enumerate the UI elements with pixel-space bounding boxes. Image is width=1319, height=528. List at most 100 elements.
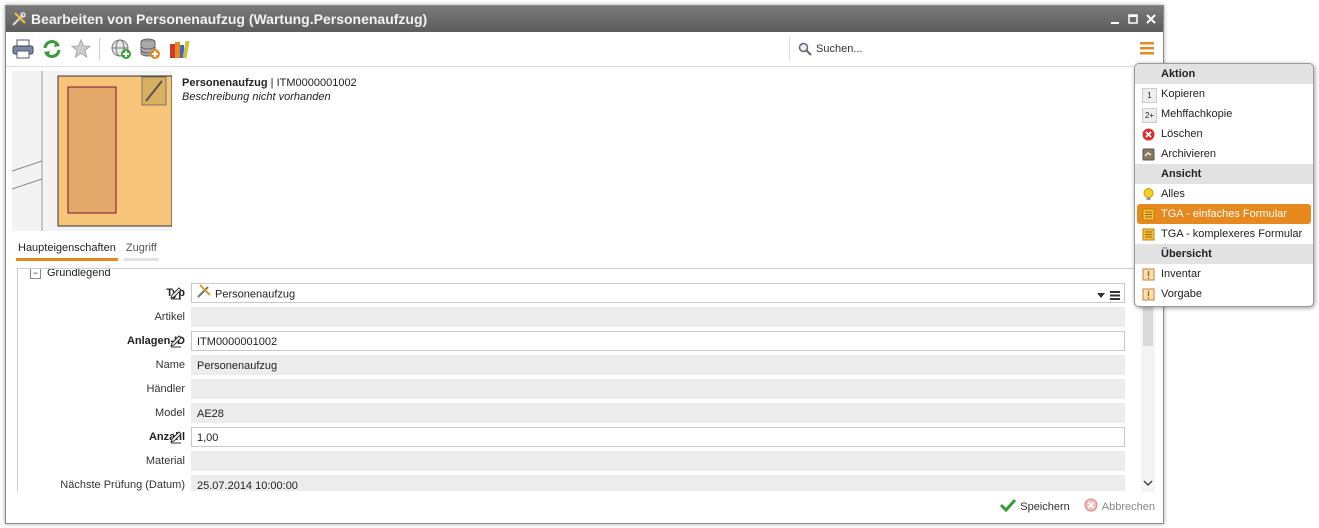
- tab-haupteigenschaften[interactable]: Haupteigenschaften: [16, 240, 118, 261]
- menu-section-aktion: Aktion: [1135, 64, 1313, 84]
- toolbar: Suchen...: [6, 32, 1163, 67]
- field-row-model: Model AE28: [18, 403, 1128, 425]
- field-label: Händler: [146, 383, 185, 395]
- multi-copy-icon: 2+: [1142, 108, 1157, 123]
- actions-dropdown-menu: Aktion 1 Kopieren 2+ Mehffachkopie Lösch…: [1134, 63, 1314, 307]
- pencil-icon[interactable]: [169, 286, 183, 300]
- add-globe-icon[interactable]: [109, 37, 133, 61]
- window-title: Bearbeiten von Personenaufzug (Wartung.P…: [31, 11, 428, 27]
- floorplan-thumbnail[interactable]: [12, 71, 172, 231]
- cancel-button[interactable]: Abbrechen: [1084, 498, 1155, 515]
- field-label: Artikel: [154, 311, 185, 323]
- naechste-pruefung-field: 25.07.2014 10:00:00: [191, 475, 1125, 491]
- field-row-artikel: Artikel: [18, 307, 1128, 329]
- field-row-naechste-pruefung: Nächste Prüfung (Datum) 25.07.2014 10:00…: [18, 475, 1128, 491]
- type-value: Personenaufzug: [215, 288, 296, 301]
- favorite-star-icon[interactable]: [69, 37, 93, 61]
- cancel-icon: [1084, 498, 1098, 515]
- menu-item-alles[interactable]: Alles: [1135, 184, 1313, 204]
- menu-item-archivieren[interactable]: Archivieren: [1135, 144, 1313, 164]
- menu-item-label: Alles: [1161, 188, 1185, 200]
- title-separator: |: [267, 77, 277, 89]
- add-database-icon[interactable]: [138, 37, 162, 61]
- search-icon: [798, 42, 812, 56]
- hamburger-menu-icon[interactable]: [1139, 40, 1155, 56]
- scrollbar[interactable]: [1141, 300, 1155, 492]
- pencil-icon[interactable]: [169, 334, 183, 348]
- archive-icon: [1142, 148, 1155, 161]
- section-header: − Grundlegend: [30, 268, 115, 279]
- menu-item-label: TGA - komplexeres Formular: [1161, 228, 1303, 240]
- books-icon[interactable]: [167, 37, 191, 61]
- tools-icon: [10, 10, 28, 28]
- object-id: ITM0000001002: [276, 77, 357, 89]
- menu-item-loeschen[interactable]: Löschen: [1135, 124, 1313, 144]
- field-label: Model: [155, 407, 185, 419]
- object-title: Personenaufzug | ITM0000001002: [182, 77, 357, 89]
- overview-icon: [1142, 288, 1155, 301]
- tools-icon: [197, 284, 211, 305]
- minimize-icon[interactable]: [1109, 12, 1121, 26]
- tab-zugriff[interactable]: Zugriff: [123, 240, 159, 261]
- menu-item-tga-einfach[interactable]: TGA - einfaches Formular: [1137, 204, 1311, 224]
- pencil-icon[interactable]: [169, 430, 183, 444]
- section-title: Grundlegend: [47, 268, 111, 279]
- anlagen-id-input[interactable]: ITM0000001002: [191, 331, 1125, 351]
- field-label: Material: [145, 455, 185, 467]
- menu-item-label: Löschen: [1161, 128, 1203, 140]
- artikel-field: [191, 307, 1125, 327]
- form-content: − Grundlegend Typ Personenaufzug Artikel…: [17, 268, 1146, 491]
- object-header: Personenaufzug | ITM0000001002 Beschreib…: [12, 71, 1162, 235]
- menu-item-label: Vorgabe: [1161, 288, 1202, 300]
- title-bar[interactable]: Bearbeiten von Personenaufzug (Wartung.P…: [6, 6, 1163, 32]
- copy-number-icon: 1: [1142, 88, 1157, 103]
- type-select[interactable]: Personenaufzug: [191, 283, 1125, 303]
- tab-bar: Haupteigenschaften Zugriff: [16, 240, 159, 261]
- name-field: Personenaufzug: [191, 355, 1125, 375]
- menu-item-kopieren[interactable]: 1 Kopieren: [1135, 84, 1313, 104]
- lightbulb-icon: [1142, 188, 1155, 201]
- menu-section-ansicht: Ansicht: [1135, 164, 1313, 184]
- menu-item-mehrfachkopie[interactable]: 2+ Mehffachkopie: [1135, 104, 1313, 124]
- object-description: Beschreibung nicht vorhanden: [182, 91, 331, 103]
- dropdown-arrow-icon[interactable]: [1096, 287, 1106, 307]
- footer-actions: Speichern Abbrechen: [1000, 498, 1155, 515]
- maximize-icon[interactable]: [1127, 12, 1139, 26]
- menu-item-tga-komplex[interactable]: TGA - komplexeres Formular: [1135, 224, 1313, 244]
- field-row-material: Material: [18, 451, 1128, 473]
- anzahl-input[interactable]: 1,00: [191, 427, 1125, 447]
- collapse-toggle[interactable]: −: [30, 269, 41, 279]
- field-label: Name: [155, 359, 185, 371]
- field-row-anlagen-id: Anlagen-ID ITM0000001002: [18, 331, 1128, 353]
- overview-icon: [1142, 268, 1155, 281]
- field-label: Nächste Prüfung (Datum): [60, 479, 185, 491]
- menu-section-uebersicht: Übersicht: [1135, 244, 1313, 264]
- form-icon: [1142, 208, 1155, 221]
- field-row-anzahl: Anzahl 1,00: [18, 427, 1128, 449]
- menu-item-vorgabe[interactable]: Vorgabe: [1135, 284, 1313, 304]
- checkmark-icon: [1000, 498, 1017, 515]
- menu-item-inventar[interactable]: Inventar: [1135, 264, 1313, 284]
- menu-item-label: Archivieren: [1161, 148, 1217, 160]
- menu-item-label: TGA - einfaches Formular: [1161, 208, 1287, 220]
- haendler-field: [191, 379, 1125, 399]
- field-row-name: Name Personenaufzug: [18, 355, 1128, 377]
- refresh-icon[interactable]: [40, 37, 64, 61]
- material-field: [191, 451, 1125, 471]
- delete-icon: [1142, 128, 1155, 141]
- search-input[interactable]: Suchen...: [789, 37, 1108, 61]
- save-button[interactable]: Speichern: [1000, 498, 1070, 515]
- object-name: Personenaufzug: [182, 77, 268, 89]
- field-row-haendler: Händler: [18, 379, 1128, 401]
- chevron-down-icon[interactable]: [1143, 478, 1153, 488]
- menu-item-label: Inventar: [1161, 268, 1201, 280]
- edit-window: Bearbeiten von Personenaufzug (Wartung.P…: [5, 5, 1164, 524]
- save-label: Speichern: [1020, 500, 1070, 513]
- field-row-typ: Typ Personenaufzug: [18, 283, 1128, 305]
- menu-item-label: Mehffachkopie: [1161, 108, 1233, 120]
- print-icon[interactable]: [11, 37, 35, 61]
- menu-item-label: Kopieren: [1161, 88, 1206, 100]
- close-icon[interactable]: [1145, 12, 1157, 26]
- list-icon[interactable]: [1110, 287, 1120, 307]
- search-placeholder: Suchen...: [816, 43, 863, 55]
